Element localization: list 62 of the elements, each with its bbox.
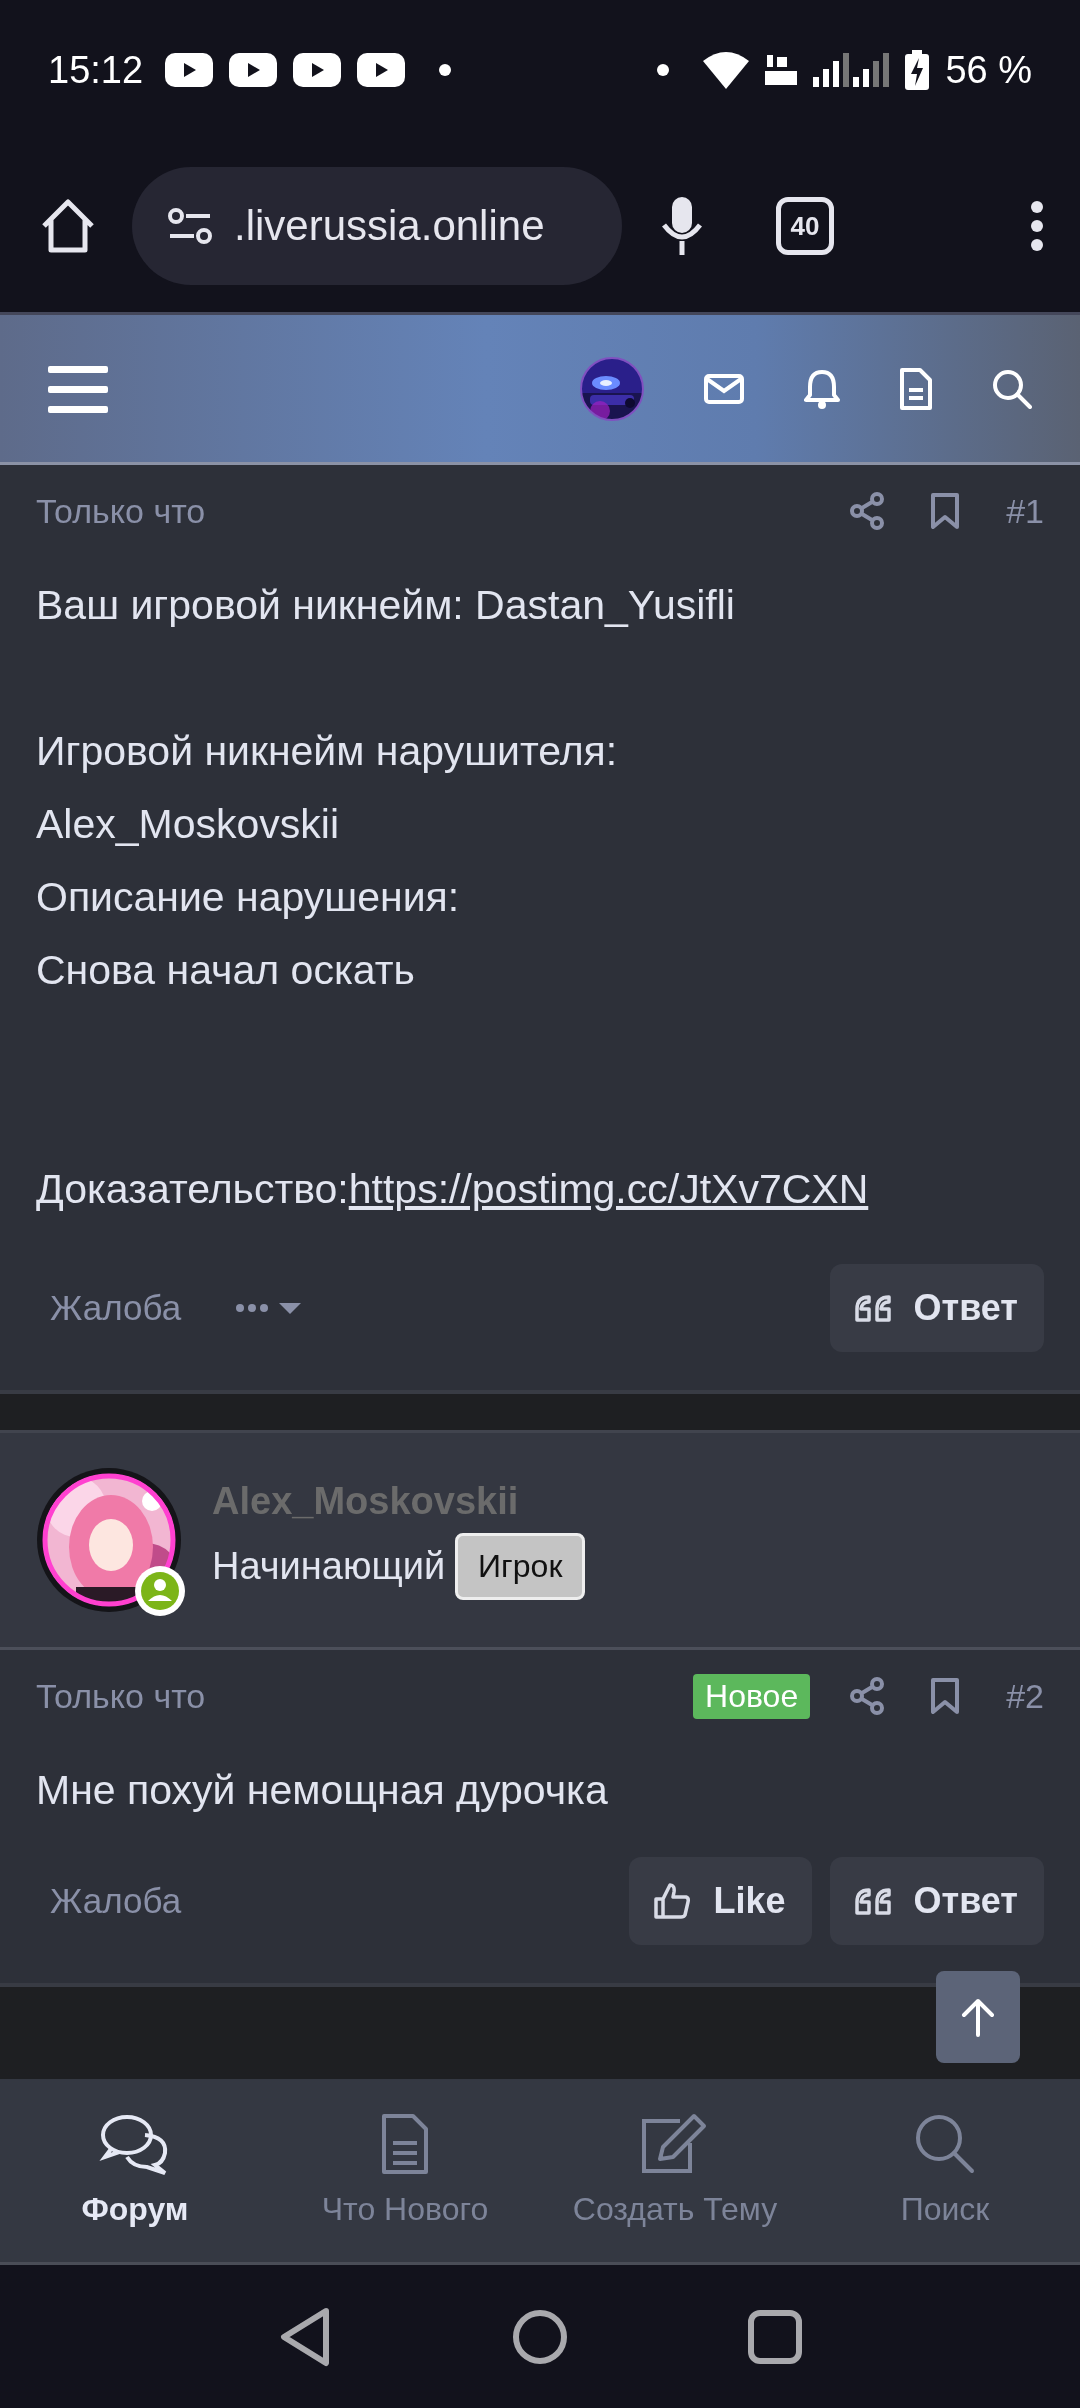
site-settings-icon[interactable] bbox=[168, 206, 212, 246]
quote-icon bbox=[853, 1886, 892, 1916]
new-badge: Новое bbox=[693, 1673, 811, 1719]
video-app-icon bbox=[229, 53, 278, 87]
evidence-link[interactable]: https://postimg.cc/JtXv7CXN bbox=[348, 1166, 869, 1212]
signal-icon bbox=[813, 53, 890, 87]
arrow-up-icon bbox=[960, 1997, 996, 2037]
mail-icon[interactable] bbox=[704, 373, 744, 404]
notification-dot-icon bbox=[439, 64, 452, 76]
nav-tab[interactable]: Поиск bbox=[810, 2079, 1080, 2262]
url-text: .liverussia.online bbox=[234, 202, 545, 250]
bookmark-icon[interactable] bbox=[930, 1677, 961, 1715]
home-circle-icon[interactable] bbox=[512, 2308, 568, 2365]
post-text-line: Alex_Moskovskii bbox=[36, 800, 341, 849]
reply-button[interactable]: Ответ bbox=[829, 1264, 1044, 1352]
battery-percent: 56 % bbox=[945, 48, 1032, 92]
post-number-link[interactable]: #2 bbox=[1006, 1676, 1044, 1716]
user-title: Начинающий bbox=[212, 1545, 446, 1588]
thumbs-up-icon bbox=[653, 1882, 692, 1920]
post-number-link[interactable]: #1 bbox=[1006, 491, 1044, 531]
post-text-line: Снова начал оскать bbox=[36, 946, 416, 995]
quote-icon bbox=[853, 1293, 892, 1323]
video-app-icon bbox=[293, 53, 342, 87]
post-text-line: Ваш игровой никнейм: Dastan_Yusifli bbox=[36, 581, 736, 630]
user-group-badge: Игрок bbox=[455, 1533, 586, 1600]
recents-icon[interactable] bbox=[748, 2309, 802, 2364]
like-button[interactable]: Like bbox=[629, 1857, 812, 1945]
more-menu-icon[interactable] bbox=[1030, 200, 1044, 252]
home-icon[interactable] bbox=[40, 198, 96, 254]
scroll-to-top-button[interactable] bbox=[936, 1971, 1020, 2063]
video-app-icon bbox=[165, 53, 214, 87]
battery-charging-icon bbox=[905, 50, 930, 90]
document-icon[interactable] bbox=[900, 367, 932, 410]
document-icon bbox=[381, 2113, 429, 2175]
post-text-line: Описание нарушения: bbox=[36, 873, 461, 922]
nav-tab[interactable]: Что Нового bbox=[270, 2079, 540, 2262]
notification-dot-icon bbox=[657, 64, 670, 76]
bookmark-icon[interactable] bbox=[930, 492, 961, 530]
post-text-line: Доказательство:https://postimg.cc/JtXv7CXN bbox=[36, 1165, 870, 1214]
tab-count[interactable]: 40 bbox=[776, 197, 834, 255]
microphone-icon[interactable] bbox=[660, 197, 704, 255]
clock-time: 15:12 bbox=[48, 48, 144, 92]
volte-icon bbox=[765, 53, 798, 87]
menu-icon[interactable] bbox=[48, 363, 108, 414]
search-icon bbox=[914, 2113, 976, 2175]
share-icon[interactable] bbox=[850, 1677, 885, 1715]
post-text-line: Мне похуй немощная дурочка bbox=[36, 1766, 609, 1815]
reply-button[interactable]: Ответ bbox=[829, 1857, 1044, 1945]
nav-tab[interactable]: Форум bbox=[0, 2079, 270, 2262]
report-link[interactable]: Жалоба bbox=[36, 1881, 196, 1921]
post-text-line: Игровой никнейм нарушителя: bbox=[36, 727, 619, 776]
bell-icon[interactable] bbox=[804, 368, 840, 409]
post-time: Только что bbox=[36, 1676, 206, 1716]
post-time: Только что bbox=[36, 491, 206, 531]
report-link[interactable]: Жалоба bbox=[36, 1288, 196, 1328]
back-icon[interactable] bbox=[278, 2306, 332, 2367]
wifi-icon bbox=[703, 51, 750, 89]
nav-tab[interactable]: Создать Тему bbox=[540, 2079, 810, 2262]
share-icon[interactable] bbox=[850, 492, 885, 530]
video-app-icon bbox=[357, 53, 406, 87]
search-icon[interactable] bbox=[992, 368, 1032, 409]
address-bar[interactable]: .liverussia.online bbox=[132, 167, 622, 285]
